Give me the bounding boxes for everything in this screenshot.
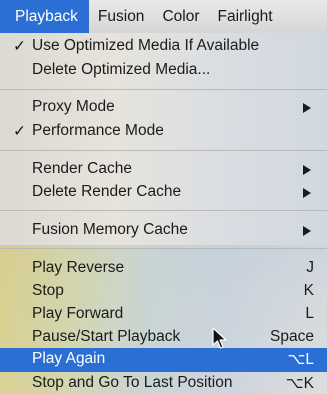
menu-item-use-optimized-media[interactable]: ✓ Use Optimized Media If Available <box>0 35 327 58</box>
menubar-item-color[interactable]: Color <box>153 0 208 33</box>
menu-item-label: Play Again <box>32 350 106 367</box>
menu-item-label: Delete Render Cache <box>32 183 182 200</box>
menu-item-label: Fusion Memory Cache <box>32 221 188 238</box>
menu-item-label: Performance Mode <box>32 122 164 139</box>
menu-separator <box>0 89 327 90</box>
menu-bar: Playback Fusion Color Fairlight <box>0 0 327 33</box>
menu-item-delete-render-cache[interactable]: Delete Render Cache <box>0 181 327 204</box>
menu-item-label: Pause/Start Playback <box>32 328 181 345</box>
menu-item-proxy-mode[interactable]: Proxy Mode <box>0 96 327 119</box>
menu-item-stop-and-go-to-last-position[interactable]: Stop and Go To Last Position ⌥K <box>0 372 327 394</box>
menu-item-play-forward[interactable]: Play Forward L <box>0 303 327 326</box>
menu-item-delete-optimized-media[interactable]: Delete Optimized Media... <box>0 59 327 82</box>
menu-item-fusion-memory-cache[interactable]: Fusion Memory Cache <box>0 219 327 242</box>
submenu-arrow-icon <box>303 226 311 236</box>
menu-item-label: Render Cache <box>32 160 132 177</box>
menu-item-label: Stop <box>32 282 64 299</box>
menu-item-label: Stop and Go To Last Position <box>32 374 233 391</box>
menu-item-play-reverse[interactable]: Play Reverse J <box>0 257 327 280</box>
menu-item-label: Play Forward <box>32 305 124 322</box>
shortcut-label: J <box>306 259 314 276</box>
menu-item-render-cache[interactable]: Render Cache <box>0 158 327 181</box>
menu-item-label: Use Optimized Media If Available <box>32 37 260 54</box>
submenu-arrow-icon <box>303 103 311 113</box>
shortcut-label: L <box>305 305 314 322</box>
playback-dropdown-menu: ✓ Use Optimized Media If Available Delet… <box>0 33 327 394</box>
shortcut-label: ⌥L <box>287 351 314 368</box>
menu-separator <box>0 248 327 249</box>
menu-item-performance-mode[interactable]: ✓ Performance Mode <box>0 120 327 143</box>
menu-item-stop[interactable]: Stop K <box>0 280 327 303</box>
menu-separator <box>0 210 327 211</box>
menu-item-pause-start-playback[interactable]: Pause/Start Playback Space <box>0 326 327 349</box>
shortcut-label: K <box>303 282 314 299</box>
menu-item-label: Delete Optimized Media... <box>32 61 211 78</box>
submenu-arrow-icon <box>303 188 311 198</box>
menubar-item-playback[interactable]: Playback <box>0 0 89 33</box>
menubar-item-fusion[interactable]: Fusion <box>89 0 154 33</box>
menubar-item-fairlight[interactable]: Fairlight <box>208 0 281 33</box>
menu-item-label: Proxy Mode <box>32 98 115 115</box>
checkmark-icon: ✓ <box>13 38 26 55</box>
shortcut-label: ⌥K <box>285 375 314 392</box>
checkmark-icon: ✓ <box>13 123 26 140</box>
shortcut-label: Space <box>270 328 314 345</box>
menu-separator <box>0 150 327 151</box>
submenu-arrow-icon <box>303 165 311 175</box>
menu-item-play-again[interactable]: Play Again ⌥L <box>0 348 327 372</box>
mouse-pointer-icon <box>212 327 227 349</box>
menu-item-label: Play Reverse <box>32 259 125 276</box>
